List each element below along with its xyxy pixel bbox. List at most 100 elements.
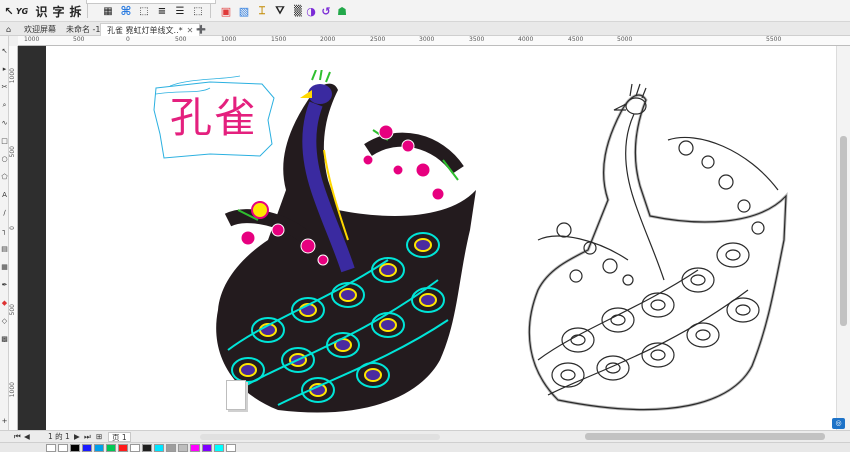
ruler-label: 1000 xyxy=(24,36,40,43)
fill-icon[interactable]: ⛛ xyxy=(272,3,288,19)
font-button[interactable]: 字 xyxy=(50,3,67,19)
zoom-tool-icon[interactable]: ⌕ xyxy=(0,100,9,110)
gift-icon[interactable]: ☗ xyxy=(334,3,350,19)
split-button[interactable]: 拆 xyxy=(67,3,84,19)
color-swatch[interactable] xyxy=(82,444,92,452)
ruler-label: 3000 xyxy=(419,36,435,43)
crop-tool-icon[interactable]: ✂ xyxy=(0,82,9,92)
page-of-count: 1 的 1 xyxy=(48,432,70,441)
first-page-icon[interactable]: ⏮ xyxy=(14,432,21,442)
tab-label: 孔雀 霓虹灯单线文..* xyxy=(107,26,183,35)
add-tab-button[interactable]: ➕ xyxy=(190,23,212,36)
horizontal-ruler[interactable]: 1000 500 0 500 1000 1500 2000 2500 3000 … xyxy=(18,36,850,46)
add-tool-icon[interactable]: + xyxy=(0,416,9,426)
ruler-label: 0 xyxy=(9,226,16,230)
page-shadow xyxy=(18,46,46,430)
horizontal-scroll-thumb[interactable] xyxy=(585,433,825,440)
color-swatch[interactable] xyxy=(142,444,152,452)
outline-tool-icon[interactable]: ◇ xyxy=(0,316,9,326)
transparency-tool-icon[interactable]: ▦ xyxy=(0,262,9,272)
color-swatch[interactable] xyxy=(178,444,188,452)
horizontal-scroll-track[interactable] xyxy=(200,434,440,440)
text-align-icon[interactable]: ⌶ xyxy=(254,3,270,19)
neon-peacock-artwork[interactable] xyxy=(208,70,478,422)
freehand-tool-icon[interactable]: ∿ xyxy=(0,118,9,128)
ruler-label: 3500 xyxy=(469,36,485,43)
color-swatch[interactable] xyxy=(214,444,224,452)
polygon-tool-icon[interactable]: ⬠ xyxy=(0,172,9,182)
ruler-label: 2000 xyxy=(320,36,336,43)
ruler-label: 5500 xyxy=(766,36,782,43)
eyedropper-tool-icon[interactable]: ✒ xyxy=(0,280,9,290)
color-swatch[interactable] xyxy=(202,444,212,452)
ruler-label: 4000 xyxy=(518,36,534,43)
add-page-icon[interactable]: ⊞ xyxy=(96,432,102,442)
ruler-label: 4500 xyxy=(568,36,584,43)
ruler-label: 500 xyxy=(73,36,85,43)
ruler-label: 1000 xyxy=(9,68,16,84)
left-toolbox: ↖ ▸ ✂ ⌕ ∿ □ ○ ⬠ A ∕ ┐ ▤ ▦ ✒ ◆ ◇ ▩ + xyxy=(0,36,9,430)
color-swatch[interactable] xyxy=(106,444,116,452)
corel-app-window: ↖ YG 识 字 拆 ▦ ⌘ ⬚ ≡ ☰ ⬚ ▣ ▧ ⌶ ⛛ ▒ ◑ ↺ ☗ ⌂… xyxy=(0,0,850,452)
drawing-canvas[interactable]: 孔雀 xyxy=(18,46,836,430)
fill-tool-icon[interactable]: ◆ xyxy=(0,298,9,308)
connector-tool-icon[interactable]: ┐ xyxy=(0,226,9,236)
spiral-icon[interactable]: ↺ xyxy=(318,3,334,19)
color-swatch[interactable] xyxy=(58,444,68,452)
ruler-label: 2500 xyxy=(370,36,386,43)
pointer-tool-icon[interactable]: ↖ xyxy=(0,46,9,56)
color-swatch[interactable] xyxy=(130,444,140,452)
dimension-tool-icon[interactable]: ∕ xyxy=(0,208,9,218)
ruler-label: 500 xyxy=(175,36,187,43)
main-toolbar: ↖ YG 识 字 拆 ▦ ⌘ ⬚ ≡ ☰ ⬚ ▣ ▧ ⌶ ⛛ ▒ ◑ ↺ ☗ xyxy=(0,0,850,22)
text-tool-icon[interactable]: A xyxy=(0,190,9,200)
color-swatch[interactable] xyxy=(70,444,80,452)
page-tab[interactable]: 页 1 xyxy=(108,432,131,442)
color-swatch[interactable] xyxy=(154,444,164,452)
recognize-button[interactable]: 识 xyxy=(33,3,50,19)
tab-welcome[interactable]: 欢迎屏幕 xyxy=(18,23,62,36)
home-icon[interactable]: ⌂ xyxy=(0,23,18,36)
smart-fill-icon[interactable]: ▩ xyxy=(0,334,9,344)
color-icon[interactable]: ▣ xyxy=(218,3,234,19)
vertical-scrollbar[interactable] xyxy=(836,46,850,430)
curve-text-icon[interactable]: YG xyxy=(14,3,30,19)
prev-page-icon[interactable]: ◀ xyxy=(24,432,30,442)
color-swatch[interactable] xyxy=(226,444,236,452)
navigator-icon[interactable]: ◎ xyxy=(832,418,845,429)
vertical-scroll-thumb[interactable] xyxy=(840,136,847,326)
rectangle-tool-icon[interactable]: □ xyxy=(0,136,9,146)
tab-peacock[interactable]: 孔雀 霓虹灯单线文..* ✕ xyxy=(100,23,201,36)
select-all-icon[interactable]: ⬚ xyxy=(136,3,152,19)
page-navigation-bar: ⏮ ◀ 1 的 1 ▶ ⏭ ⊞ 页 1 xyxy=(0,430,850,442)
shape-icon[interactable]: ☰ xyxy=(172,3,188,19)
vertical-ruler[interactable]: 1000 500 0 500 1000 xyxy=(9,46,18,430)
ruler-label: 1000 xyxy=(221,36,237,43)
align-icon[interactable]: ≡ xyxy=(154,3,170,19)
color-swatch[interactable] xyxy=(166,444,176,452)
ruler-label: 5000 xyxy=(617,36,633,43)
blend-tool-icon[interactable]: ▤ xyxy=(0,244,9,254)
color-swatch[interactable] xyxy=(190,444,200,452)
node-tool-icon[interactable]: ▸ xyxy=(0,64,9,74)
ruler-label: 1500 xyxy=(271,36,287,43)
no-color-swatch[interactable] xyxy=(46,444,56,452)
dashed-box-icon[interactable]: ⬚ xyxy=(190,3,206,19)
plugin-icon[interactable]: ◑ xyxy=(303,3,319,19)
ellipse-tool-icon[interactable]: ○ xyxy=(0,154,9,164)
color-palette xyxy=(0,442,850,452)
color-swatch[interactable] xyxy=(94,444,104,452)
text-frame-icon[interactable]: ▧ xyxy=(236,3,252,19)
ruler-label: 0 xyxy=(126,36,130,43)
grid-icon[interactable]: ▦ xyxy=(100,3,116,19)
tab-label: 欢迎屏幕 xyxy=(24,25,56,34)
next-page-icon[interactable]: ▶ xyxy=(74,432,80,442)
last-page-icon[interactable]: ⏭ xyxy=(84,432,91,442)
outline-peacock-artwork[interactable] xyxy=(518,70,818,422)
node-icon[interactable]: ⌘ xyxy=(118,3,134,19)
tab-label: 未命名 -1 xyxy=(66,25,101,34)
ruler-label: 500 xyxy=(9,304,16,316)
page-thumbnail[interactable] xyxy=(226,380,246,410)
color-swatch[interactable] xyxy=(118,444,128,452)
ruler-label: 1000 xyxy=(9,382,16,398)
